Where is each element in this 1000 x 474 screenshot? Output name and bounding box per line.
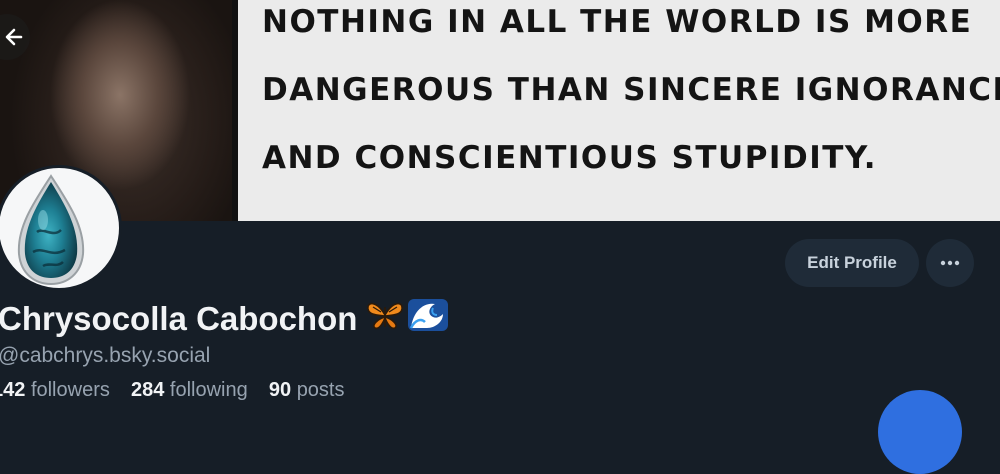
ellipsis-icon — [940, 260, 960, 266]
posts-count-group: 90 posts — [269, 379, 345, 401]
chrysocolla-stone-image — [17, 174, 85, 286]
banner-divider — [232, 0, 238, 221]
posts-count: 90 — [268, 379, 292, 401]
floating-action-button[interactable] — [878, 390, 962, 474]
avatar[interactable] — [0, 165, 122, 291]
following-count: 284 — [130, 379, 165, 401]
quote-line: AND CONSCIENTIOUS STUPIDITY. — [262, 140, 877, 176]
quote-line: DANGEROUS THAN SINCERE IGNORANCE — [262, 72, 1000, 108]
quote-line: NOTHING IN ALL THE WORLD IS MORE — [262, 4, 973, 40]
banner-quote: NOTHING IN ALL THE WORLD IS MORE DANGERO… — [262, 2, 1000, 206]
profile-name-row: Chrysocolla Cabochon — [0, 298, 449, 340]
wave-icon — [407, 298, 449, 340]
posts-label: posts — [296, 379, 345, 401]
following-link[interactable]: 284 following — [131, 379, 253, 401]
followers-count: 142 — [0, 379, 26, 401]
edit-profile-button[interactable]: Edit Profile — [785, 239, 919, 287]
profile-stats: 142 followers 284 following 90 posts — [0, 379, 345, 402]
profile-banner[interactable]: NOTHING IN ALL THE WORLD IS MORE DANGERO… — [0, 0, 1000, 221]
followers-link[interactable]: 142 followers — [0, 379, 115, 401]
arrow-left-icon — [5, 28, 23, 46]
display-name: Chrysocolla Cabochon — [0, 300, 358, 337]
profile-handle[interactable]: @cabchrys.bsky.social — [0, 344, 210, 368]
butterfly-icon — [365, 299, 405, 339]
following-label: following — [169, 379, 248, 401]
followers-label: followers — [30, 379, 110, 401]
more-options-button[interactable] — [926, 239, 974, 287]
